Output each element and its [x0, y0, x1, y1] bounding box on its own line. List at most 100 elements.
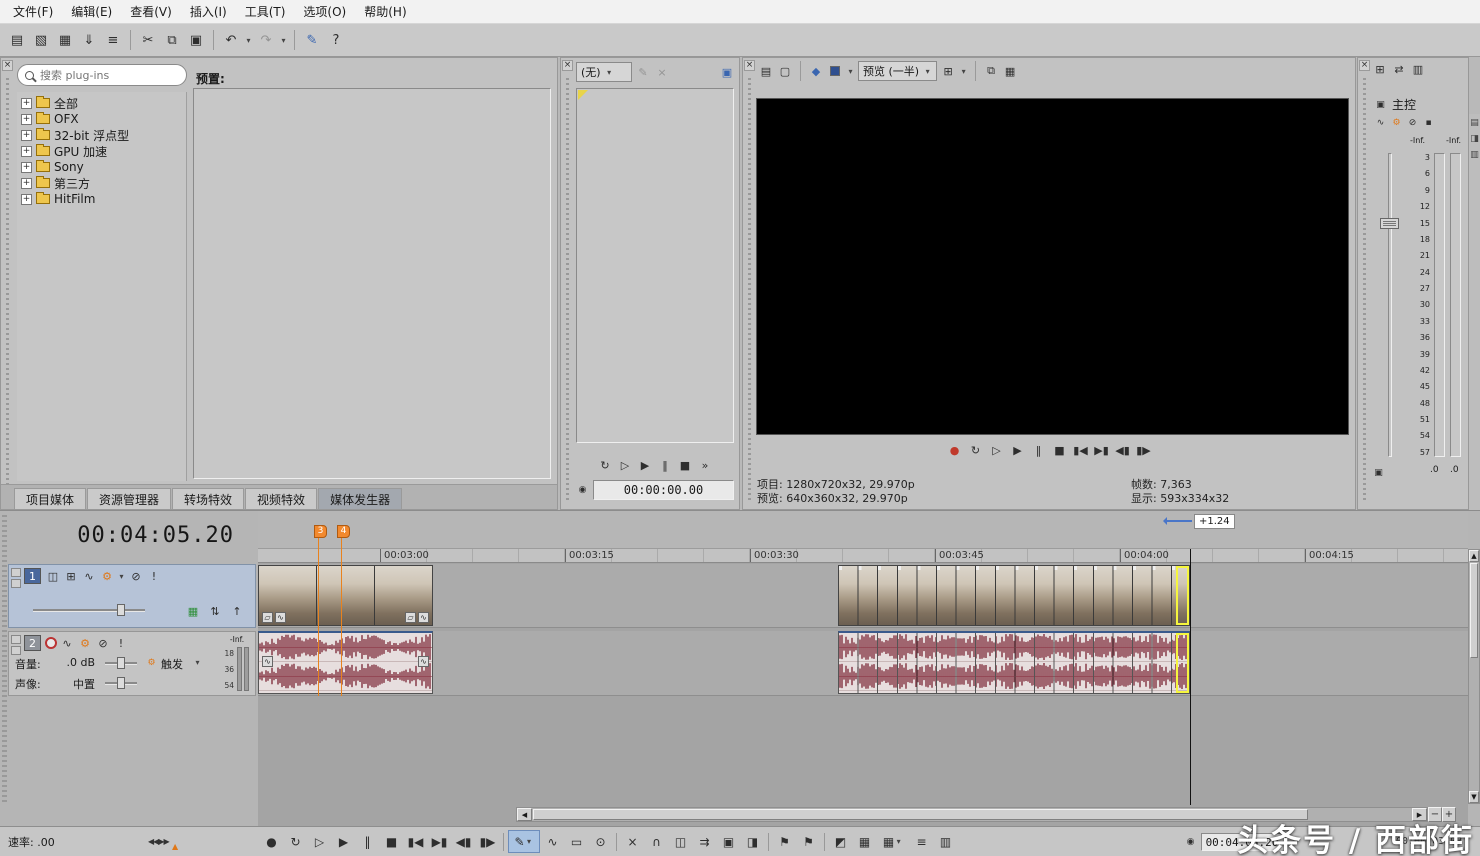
insert-marker-icon[interactable]: ⚑	[773, 830, 796, 853]
pause-icon[interactable]: ‖	[657, 457, 673, 473]
ignore-event-grouping-icon[interactable]: ▣	[717, 830, 740, 853]
rate-reset-marker-icon[interactable]: ▲	[172, 842, 178, 851]
video-output-fx-icon[interactable]: ◆	[808, 63, 824, 79]
menu-item[interactable]: 查看(V)	[121, 0, 181, 23]
plugin-tree-item[interactable]: + Sony	[17, 159, 186, 175]
play-from-start-icon[interactable]: ▷	[989, 442, 1005, 458]
automation-settings-icon[interactable]: ⚙	[99, 568, 115, 584]
minimize-track-icon[interactable]	[11, 635, 21, 644]
mute-icon[interactable]: ⊘	[128, 568, 144, 584]
track-fx-icon[interactable]: ∿	[81, 568, 97, 584]
pause-icon[interactable]: ‖	[1031, 442, 1047, 458]
volume-slider[interactable]	[105, 662, 137, 665]
timeline-drag-gutter[interactable]	[2, 515, 7, 802]
edit-cursor[interactable]	[1190, 549, 1191, 805]
master-fader-groove[interactable]	[1388, 153, 1392, 457]
preset-dropdown[interactable]: (无) ▾	[576, 62, 632, 82]
video-track-lane[interactable]: ▱ ∿ ▱ ∿	[258, 564, 1468, 628]
meter-value-right[interactable]: .0	[1450, 465, 1459, 475]
cut-icon[interactable]: ✂	[137, 29, 159, 51]
mixer-views-icon[interactable]: ⇄	[1391, 61, 1407, 77]
import-media-icon[interactable]: ⇓	[78, 29, 100, 51]
next-frame-icon[interactable]: ▮▶	[1136, 442, 1152, 458]
scroll-down-icon[interactable]: ▼	[1469, 791, 1479, 803]
chevron-down-icon[interactable]: ▾	[117, 572, 126, 581]
maximize-track-icon[interactable]	[11, 646, 21, 655]
auto-ripple-icon[interactable]: ⇉	[693, 830, 716, 853]
pan-slider[interactable]	[105, 682, 137, 685]
video-event[interactable]: ▱ ∿ ▱ ∿	[258, 565, 433, 626]
audio-event[interactable]	[838, 631, 1190, 694]
track-motion-icon[interactable]: ▦	[853, 830, 876, 853]
audio-meters-icon[interactable]: ≡	[910, 830, 933, 853]
insert-track-icon[interactable]: ▦ ▾	[877, 830, 909, 853]
scroll-left-icon[interactable]: ◀	[517, 808, 532, 821]
undo-caret-icon[interactable]: ▾	[244, 36, 253, 45]
copy-icon[interactable]: ⧉	[161, 29, 183, 51]
close-icon[interactable]: ×	[1359, 60, 1370, 71]
maximize-track-icon[interactable]	[11, 579, 21, 588]
play-from-start-icon[interactable]: ▷	[617, 457, 633, 473]
close-icon[interactable]: ×	[744, 60, 755, 71]
event-fx-icon[interactable]: ∿	[418, 656, 429, 667]
undo-icon[interactable]: ↶	[220, 29, 242, 51]
audio-track-header[interactable]: 2 ∿ ⚙ ⊘ ! 音量: .0 dB ⚙ 触发 ▾ 声像: 中置	[8, 631, 256, 696]
go-to-start-icon[interactable]: ▮◀	[404, 830, 427, 853]
fader-lock-icon[interactable]: ▣	[1372, 466, 1385, 479]
audio-track-lane[interactable]: ∿ ∿	[258, 631, 1468, 696]
meter-peak-value[interactable]: -Inf.	[223, 635, 251, 644]
scrollbar-thumb[interactable]	[533, 809, 1308, 820]
expand-icon[interactable]: +	[21, 162, 32, 173]
plugin-tree-item[interactable]: + 全部	[17, 95, 186, 111]
timeline-marker[interactable]: 3	[314, 525, 327, 538]
play-from-start-icon[interactable]: ▷	[308, 830, 331, 853]
chevron-down-icon[interactable]: ▾	[959, 67, 968, 76]
loop-playback-icon[interactable]: ↻	[284, 830, 307, 853]
dim-output-icon[interactable]: ▪	[1422, 116, 1435, 129]
menu-item[interactable]: 插入(I)	[181, 0, 236, 23]
pan-crop-icon[interactable]: ▱	[262, 612, 273, 623]
previous-frame-icon[interactable]: ◀▮	[452, 830, 475, 853]
next-frame-icon[interactable]: ▮▶	[476, 830, 499, 853]
overlays-grid-icon[interactable]: ⊞	[940, 63, 956, 79]
play-icon[interactable]: ▶	[332, 830, 355, 853]
redo-icon[interactable]: ↷	[255, 29, 277, 51]
float-window-icon[interactable]: ▣	[719, 64, 735, 80]
meter-peak-right[interactable]: -Inf.	[1446, 136, 1461, 145]
plugin-tree-item[interactable]: + GPU 加速	[17, 143, 186, 159]
track-fx-icon[interactable]: ∿	[59, 635, 75, 651]
split-screen-view-icon[interactable]	[827, 63, 843, 79]
compositing-mode-icon[interactable]: ⊞	[63, 568, 79, 584]
time-ruler[interactable]: 00:03:0000:03:1500:03:3000:03:4500:04:00…	[258, 549, 1468, 563]
close-icon[interactable]: ×	[562, 60, 573, 71]
delete-icon[interactable]: ×	[621, 830, 644, 853]
composite-level-slider[interactable]	[33, 609, 145, 612]
insert-bus-icon[interactable]: ⊞	[1372, 61, 1388, 77]
tab-media-generators[interactable]: 媒体发生器	[318, 488, 402, 509]
project-properties-icon[interactable]: ≡	[102, 29, 124, 51]
event-fx-icon[interactable]: ∿	[275, 612, 286, 623]
rate-slider[interactable]: ◀◀▶▶	[148, 837, 169, 846]
video-event[interactable]	[838, 565, 1190, 626]
external-monitor-icon[interactable]: ▢	[777, 63, 793, 79]
more-buttons-icon[interactable]: »	[697, 457, 713, 473]
record-icon[interactable]: ●	[260, 830, 283, 853]
dock-window-icon[interactable]: ◨	[1470, 134, 1479, 144]
expand-icon[interactable]: +	[21, 178, 32, 189]
paste-icon[interactable]: ▣	[185, 29, 207, 51]
tab-transitions[interactable]: 转场特效	[172, 488, 244, 509]
plugin-tree-item[interactable]: + 32-bit 浮点型	[17, 127, 186, 143]
whats-this-help-icon[interactable]: ?	[325, 29, 347, 51]
stop-icon[interactable]: ■	[677, 457, 693, 473]
play-icon[interactable]: ▶	[637, 457, 653, 473]
expand-icon[interactable]: +	[21, 194, 32, 205]
save-snapshot-icon[interactable]: ▦	[1002, 63, 1018, 79]
redo-caret-icon[interactable]: ▾	[279, 36, 288, 45]
expand-icon[interactable]: +	[21, 146, 32, 157]
chevron-down-icon[interactable]: ▾	[193, 658, 202, 667]
automation-settings-icon[interactable]: ⚙	[77, 635, 93, 651]
insert-region-icon[interactable]: ⚑	[797, 830, 820, 853]
new-project-icon[interactable]: ▤	[6, 29, 28, 51]
save-icon[interactable]: ▦	[54, 29, 76, 51]
tab-explorer[interactable]: 资源管理器	[87, 488, 171, 509]
